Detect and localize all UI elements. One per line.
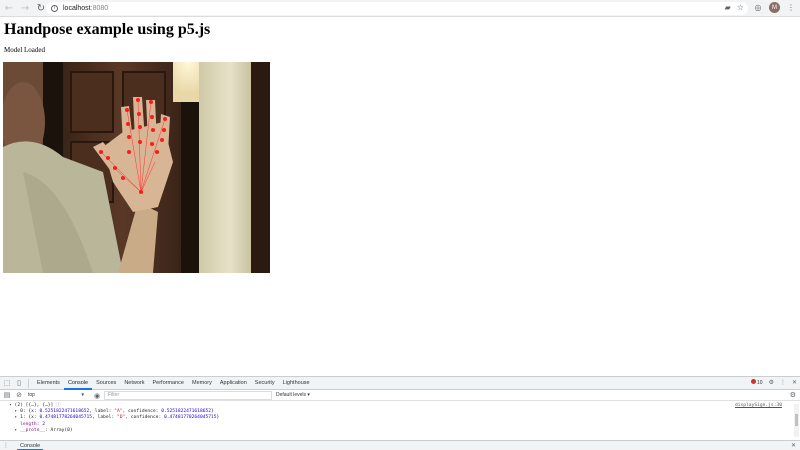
tab-application[interactable]: Application [216, 377, 251, 390]
log-number: : 2 [36, 421, 45, 427]
video-canvas [3, 62, 270, 273]
page-title: Handpose example using p5.js [4, 21, 211, 38]
log-text: , confidence: [122, 409, 162, 415]
log-text: 1: {x: [20, 415, 40, 421]
webcam-frame [3, 62, 270, 273]
tab-console[interactable]: Console [63, 377, 93, 390]
log-levels-dropdown[interactable]: Default levels ▾ [276, 391, 310, 400]
back-arrow-icon[interactable]: ← [2, 1, 16, 15]
url-host: localhost [63, 5, 91, 12]
more-options-icon[interactable]: ⋮ [780, 379, 786, 386]
avatar[interactable]: M [769, 2, 780, 13]
context-value: top [28, 392, 35, 398]
log-line-proto[interactable]: ▸ __proto__: Array(0) [9, 428, 800, 434]
drawer-menu-icon[interactable]: ⋮ [3, 442, 9, 449]
forward-arrow-icon[interactable]: → [18, 1, 32, 15]
clear-console-icon[interactable]: ⊘ [14, 390, 24, 400]
camera-icon[interactable]: ▰ [725, 3, 731, 12]
tab-lighthouse[interactable]: Lighthouse [279, 377, 314, 390]
tab-memory[interactable]: Memory [188, 377, 216, 390]
sidebar-toggle-icon[interactable]: ▤ [2, 390, 12, 400]
tab-sources[interactable]: Sources [92, 377, 120, 390]
eye-icon[interactable]: ◉ [92, 391, 102, 401]
console-scrollbar[interactable] [794, 404, 799, 437]
error-count: 10 [757, 380, 763, 386]
devtools-tab-bar: ⬚ ▯ Elements Console Sources Network Per… [0, 377, 800, 390]
log-number: 0.47481778264045715 [39, 415, 93, 421]
info-icon[interactable]: i [51, 5, 58, 12]
chevron-down-icon: ▾ [81, 392, 84, 398]
error-icon [751, 379, 757, 384]
browser-toolbar: ← → ↻ i localhost:8080 ▰ ☆ ◎ M ⋮ [0, 0, 800, 17]
extension-icon[interactable]: ◎ [753, 3, 763, 13]
url-port: :8080 [90, 5, 109, 12]
address-bar[interactable]: i localhost:8080 ▰ ☆ [46, 2, 748, 15]
log-text: 0: {x: [20, 409, 40, 415]
filter-input[interactable]: Filter [104, 391, 272, 400]
log-text: , label: [92, 415, 117, 421]
settings-gear-icon[interactable]: ⚙ [769, 379, 774, 386]
log-text: } [211, 409, 214, 415]
log-key: length [20, 421, 37, 427]
url-text[interactable]: localhost:8080 [63, 5, 108, 12]
console-output: ▾ (2) [{…}, {…}] ⓘ ▸ 0: {x: 0.5251822471… [0, 401, 800, 437]
divider [28, 378, 29, 388]
log-number: 0.5251822471618652 [161, 409, 212, 415]
devtools-panel: ⬚ ▯ Elements Console Sources Network Per… [0, 376, 800, 450]
star-icon[interactable]: ☆ [737, 3, 744, 12]
tab-security[interactable]: Security [251, 377, 279, 390]
inspect-icon[interactable]: ⬚ [2, 378, 12, 388]
log-text: : Array(0) [45, 427, 73, 433]
log-text: , label: [89, 409, 115, 415]
error-badge[interactable]: 10 [751, 379, 763, 386]
device-toolbar-icon[interactable]: ▯ [14, 378, 24, 388]
console-settings-icon[interactable]: ⚙ [790, 391, 796, 399]
log-text: , confidence: [125, 415, 164, 421]
source-link[interactable]: displaySign.js:30 [735, 403, 782, 409]
log-number: 0.5251822471618652 [39, 409, 90, 415]
console-toolbar: ▤ ⊘ top ▾ ◉ Filter Default levels ▾ ⚙ [0, 390, 800, 401]
info-icon: ⓘ [56, 403, 61, 408]
log-text: (2) [{…}, {…}] [14, 403, 57, 408]
context-select[interactable]: top ▾ [28, 392, 84, 398]
log-text: } [216, 415, 220, 421]
close-devtools-icon[interactable]: ✕ [792, 379, 797, 386]
close-drawer-icon[interactable]: ✕ [791, 442, 796, 449]
log-number: 0.47481778264045715 [163, 415, 217, 421]
tab-elements[interactable]: Elements [33, 377, 64, 390]
menu-dots-icon[interactable]: ⋮ [786, 3, 796, 13]
log-key: __proto__ [20, 427, 45, 433]
tab-performance[interactable]: Performance [148, 377, 188, 390]
devtools-drawer: ⋮ Console ✕ [0, 440, 800, 450]
log-string: "D" [116, 415, 126, 421]
model-status: Model Loaded [4, 46, 46, 54]
scroll-thumb[interactable] [795, 414, 798, 426]
drawer-tab-console[interactable]: Console [17, 441, 44, 450]
tab-network[interactable]: Network [120, 377, 148, 390]
